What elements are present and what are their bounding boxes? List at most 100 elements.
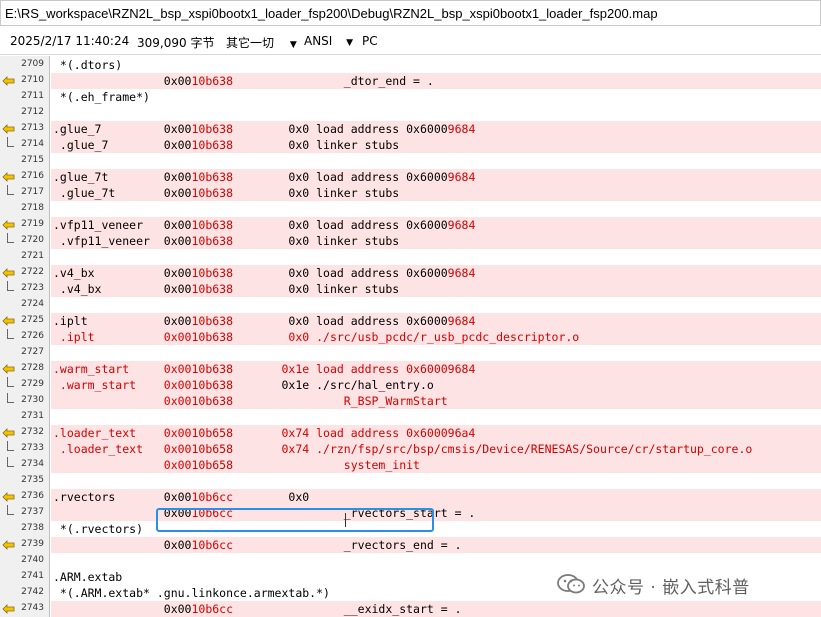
code-text: .loader_text 0x0010b658 0x74 load addres… [53, 426, 476, 440]
code-line: 2731 [0, 409, 821, 425]
file-size: 309,090 字节 [137, 36, 215, 50]
code-text: 0x0010b638 R_BSP_WarmStart [53, 394, 448, 408]
code-line: 2729 .warm_start 0x0010b638 0x1e ./src/h… [0, 377, 821, 393]
code-line: 2727 [0, 345, 821, 361]
code-line: 2722 .v4_bx 0x0010b638 0x0 load address 0… [0, 265, 821, 281]
code-text: .v4_bx 0x0010b638 0x0 linker stubs [53, 282, 400, 296]
code-text: 0x0010b658 system_init [53, 458, 420, 472]
code-line: 2730 0x0010b638 R_BSP_WarmStart [0, 393, 821, 409]
line-number: 2718 [21, 203, 44, 213]
code-line: 2723 .v4_bx 0x0010b638 0x0 linker stubs [0, 281, 821, 297]
line-number: 2735 [21, 475, 44, 485]
code-line: 2716 .glue_7t 0x0010b638 0x0 load address… [0, 169, 821, 185]
code-text: .glue_7t 0x0010b638 0x0 load address 0x6… [53, 170, 476, 184]
code-line: 2736 .rvectors 0x0010b6cc 0x0 [0, 489, 821, 505]
line-number: 2740 [21, 555, 44, 565]
code-line: 2714 .glue_7 0x0010b638 0x0 linker stubs [0, 137, 821, 153]
code-text: .vfp11_veneer 0x0010b638 0x0 load addres… [53, 218, 476, 232]
encoding-selector[interactable]: ANSI ▼ [304, 34, 353, 48]
line-number: 2733 [21, 443, 44, 453]
text-editor[interactable]: 2709 *(.dtors) 2710 0x0010b638 _dtor_end … [0, 56, 821, 617]
watermark: 公众号 · 嵌入式科普 [556, 572, 806, 598]
code-text: .warm_start 0x0010b638 0x1e load address… [53, 362, 476, 376]
code-text: .v4_bx 0x0010b638 0x0 load address 0x600… [53, 266, 476, 280]
code-line: 2719 .vfp11_veneer 0x0010b638 0x0 load ad… [0, 217, 821, 233]
platform-label: PC [362, 34, 378, 48]
file-datetime: 2025/2/17 11:40:24 [10, 34, 130, 48]
line-number: 2709 [21, 59, 44, 69]
line-number: 2726 [21, 331, 44, 341]
line-number: 2711 [21, 91, 44, 101]
code-text: 0x0010b638 _dtor_end = . [53, 74, 434, 88]
highlight-box [156, 508, 434, 532]
line-number: 2725 [21, 315, 44, 325]
code-text: *(.ARM.extab* .gnu.linkonce.armextab.*) [53, 586, 330, 600]
line-number: 2730 [21, 395, 44, 405]
line-ending-label: 其它一切 [226, 36, 275, 50]
code-line: 2733 .loader_text 0x0010b658 0x74 ./rzn/… [0, 441, 821, 457]
line-number: 2728 [21, 363, 44, 373]
line-number: 2716 [21, 171, 44, 181]
line-number: 2722 [21, 267, 44, 277]
line-number: 2714 [21, 139, 44, 149]
line-number: 2712 [21, 107, 44, 117]
line-number: 2732 [21, 427, 44, 437]
line-number: 2729 [21, 379, 44, 389]
line-number: 2739 [21, 539, 44, 549]
code-line: 2726 .iplt 0x0010b638 0x0 ./src/usb_pcdc… [0, 329, 821, 345]
line-number: 2742 [21, 587, 44, 597]
line-number: 2720 [21, 235, 44, 245]
code-line: 2710 0x0010b638 _dtor_end = . [0, 73, 821, 89]
line-number: 2738 [21, 523, 44, 533]
code-text: .vfp11_veneer 0x0010b638 0x0 linker stub… [53, 234, 400, 248]
chevron-down-icon: ▼ [289, 40, 297, 50]
code-text: *(.eh_frame*) [53, 90, 150, 104]
code-text: .iplt 0x0010b638 0x0 ./src/usb_pcdc/r_us… [53, 330, 580, 344]
code-text: .loader_text 0x0010b658 0x74 ./rzn/fsp/s… [53, 442, 753, 456]
watermark-text: 公众号 · 嵌入式科普 [592, 578, 750, 598]
code-text: .glue_7 0x0010b638 0x0 load address 0x60… [53, 122, 476, 136]
code-line: 2712 [0, 105, 821, 121]
line-number: 2719 [21, 219, 44, 229]
code-line: 2720 .vfp11_veneer 0x0010b638 0x0 linker… [0, 233, 821, 249]
code-line: 2724 [0, 297, 821, 313]
line-number: 2723 [21, 283, 44, 293]
code-line: 2725 .iplt 0x0010b638 0x0 load address 0x… [0, 313, 821, 329]
line-number: 2727 [21, 347, 44, 357]
code-line: 2711 *(.eh_frame*) [0, 89, 821, 105]
code-text: .iplt 0x0010b638 0x0 load address 0x6000… [53, 314, 476, 328]
code-text: .ARM.extab [53, 570, 123, 584]
line-number: 2731 [21, 411, 44, 421]
code-line: 2743 0x0010b6cc __exidx_start = . [0, 601, 821, 617]
code-text: .rvectors 0x0010b6cc 0x0 [53, 490, 310, 504]
line-number: 2717 [21, 187, 44, 197]
line-number: 2743 [21, 603, 44, 613]
code-line: 2740 [0, 553, 821, 569]
line-ending-selector[interactable]: 其它一切 ▼ [226, 34, 297, 51]
code-line: 2735 [0, 473, 821, 489]
code-line: 2713 .glue_7 0x0010b638 0x0 load address … [0, 121, 821, 137]
text-caret [345, 513, 346, 527]
code-text: .warm_start 0x0010b638 0x1e ./src/hal_en… [53, 378, 434, 392]
line-number: 2741 [21, 571, 44, 581]
code-line: 2728 .warm_start 0x0010b638 0x1e load add… [0, 361, 821, 377]
line-number: 2737 [21, 507, 44, 517]
line-number: 2734 [21, 459, 44, 469]
encoding-label: ANSI [304, 34, 333, 48]
line-number: 2713 [21, 123, 44, 133]
window-title: E:\RS_workspace\RZN2L_bsp_xspi0bootx1_lo… [5, 6, 658, 21]
line-number: 2721 [21, 251, 44, 261]
code-text: .glue_7 0x0010b638 0x0 linker stubs [53, 138, 400, 152]
code-line: 2732 .loader_text 0x0010b658 0x74 load ad… [0, 425, 821, 441]
code-text: *(.rvectors) [53, 522, 144, 536]
code-text: *(.dtors) [53, 58, 123, 72]
wechat-icon [557, 574, 585, 594]
window-title-bar: E:\RS_workspace\RZN2L_bsp_xspi0bootx1_lo… [0, 0, 821, 26]
code-line: 2718 [0, 201, 821, 217]
line-number: 2715 [21, 155, 44, 165]
code-line: 2715 [0, 153, 821, 169]
line-number: 2724 [21, 299, 44, 309]
code-line: 2721 [0, 249, 821, 265]
code-line: 2717 .glue_7t 0x0010b638 0x0 linker stub… [0, 185, 821, 201]
code-line: 2709 *(.dtors) [0, 57, 821, 73]
